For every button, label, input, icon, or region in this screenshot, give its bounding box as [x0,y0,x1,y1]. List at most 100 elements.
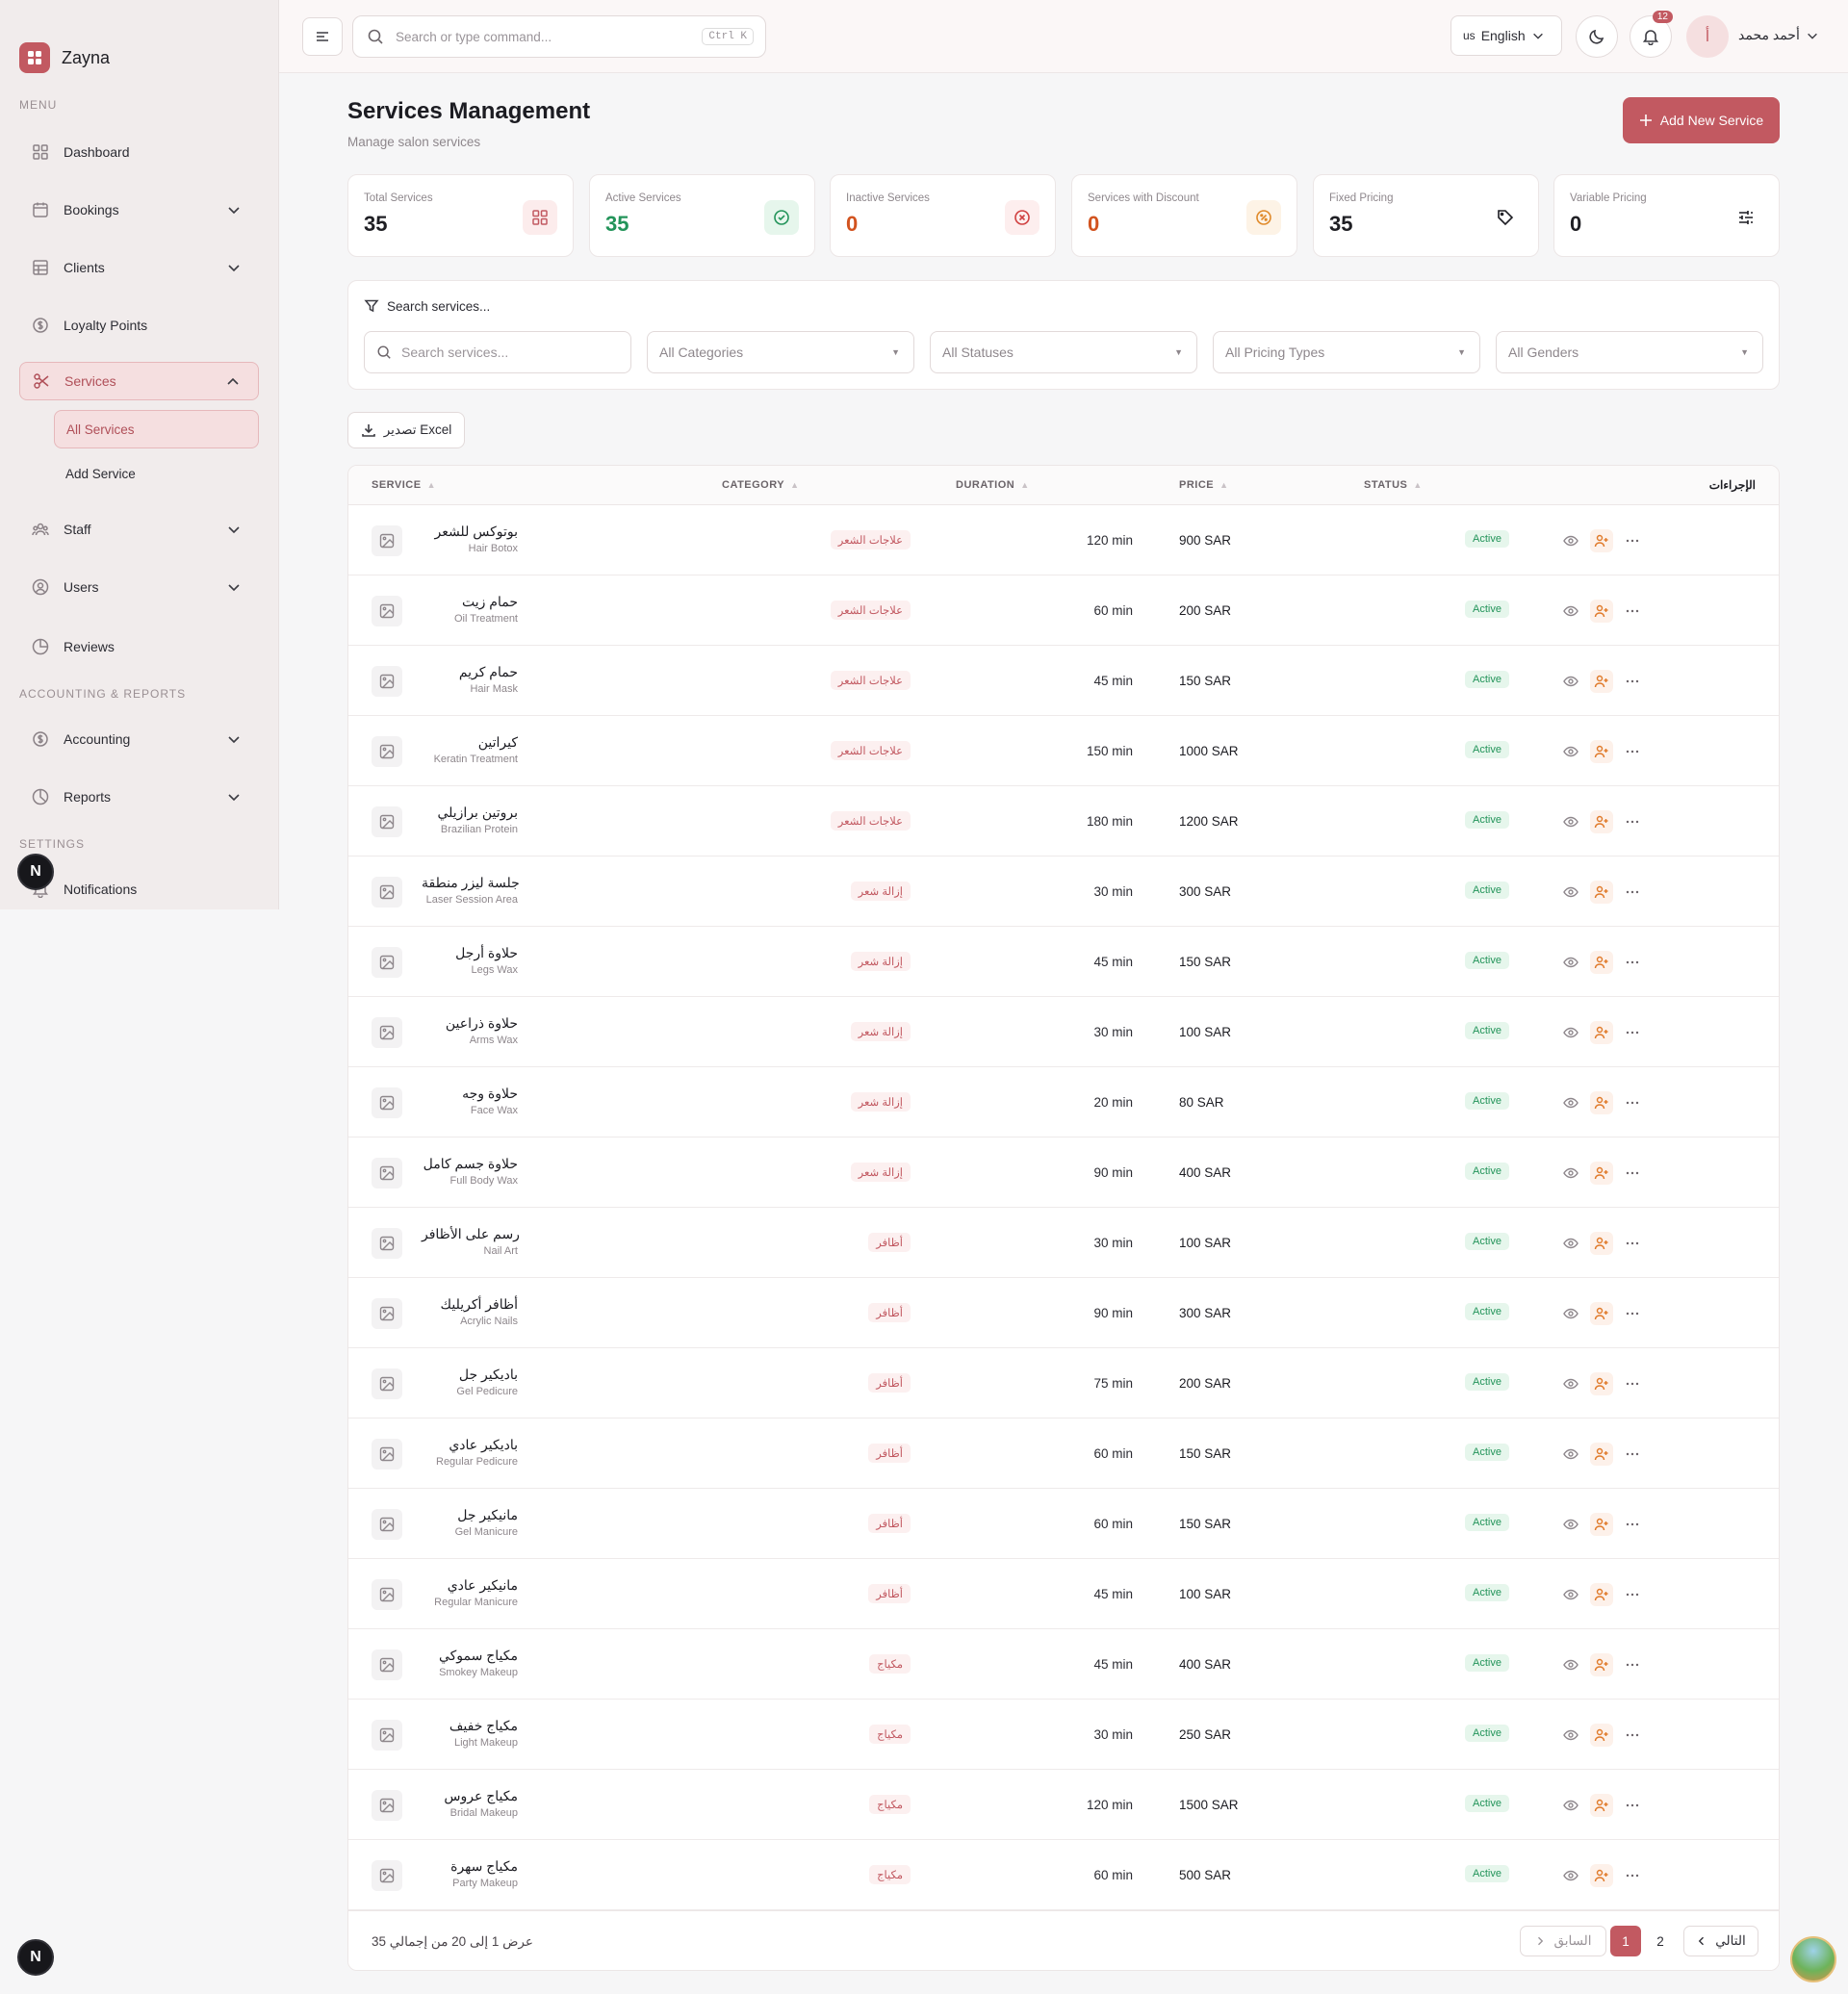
view-button[interactable] [1559,1021,1582,1044]
more-options-button[interactable] [1621,740,1644,763]
assign-staff-button[interactable] [1590,1021,1613,1044]
notifications-button[interactable]: 12 [1630,11,1673,58]
view-button[interactable] [1559,1232,1582,1255]
sidebar-item-loyalty-points[interactable]: Loyalty Points [19,306,259,345]
table-row[interactable]: حلاوة وجه Face Wax إزالة شعر 20 min 80 S… [348,1067,1779,1138]
column-header-status[interactable]: STATUS ▲ [1364,479,1423,491]
table-row[interactable]: باديكير عادي Regular Pedicure أظافر 60 m… [348,1419,1779,1489]
more-options-button[interactable] [1621,1653,1644,1676]
view-button[interactable] [1559,1443,1582,1466]
column-header-duration[interactable]: DURATION ▲ [956,479,1030,491]
view-button[interactable] [1559,1302,1582,1325]
theme-toggle-button[interactable] [1576,15,1618,58]
sidebar-item-services[interactable]: Services [19,362,259,400]
sidebar-subitem-all-services[interactable]: All Services [54,410,259,448]
view-button[interactable] [1559,1583,1582,1606]
column-header-category[interactable]: CATEGORY ▲ [722,479,800,491]
sidebar-item-accounting[interactable]: Accounting [19,720,259,758]
more-options-button[interactable] [1621,1794,1644,1817]
assign-staff-button[interactable] [1590,1162,1613,1185]
menu-toggle-button[interactable] [302,17,343,56]
view-button[interactable] [1559,1653,1582,1676]
sidebar-item-clients[interactable]: Clients [19,248,259,287]
more-options-button[interactable] [1621,600,1644,623]
more-options-button[interactable] [1621,1513,1644,1536]
assign-staff-button[interactable] [1590,1232,1613,1255]
view-button[interactable] [1559,529,1582,552]
table-row[interactable]: باديكير جل Gel Pedicure أظافر 75 min 200… [348,1348,1779,1419]
more-options-button[interactable] [1621,1724,1644,1747]
sidebar-item-notifications[interactable]: Notifications [19,870,259,908]
assign-staff-button[interactable] [1590,810,1613,833]
more-options-button[interactable] [1621,670,1644,693]
table-row[interactable]: بروتين برازيلي Brazilian Protein علاجات … [348,786,1779,856]
language-selector[interactable]: us English [1450,15,1562,56]
assign-staff-button[interactable] [1590,1372,1613,1395]
more-options-button[interactable] [1621,881,1644,904]
assign-staff-button[interactable] [1590,670,1613,693]
pagination-prev-button[interactable]: السابق [1520,1926,1606,1956]
assign-staff-button[interactable] [1590,600,1613,623]
assign-staff-button[interactable] [1590,1724,1613,1747]
more-options-button[interactable] [1621,1372,1644,1395]
table-row[interactable]: جلسة ليزر منطقة Laser Session Area إزالة… [348,856,1779,927]
table-row[interactable]: حلاوة أرجل Legs Wax إزالة شعر 45 min 150… [348,927,1779,997]
table-row[interactable]: رسم على الأظافر Nail Art أظافر 30 min 10… [348,1208,1779,1278]
assign-staff-button[interactable] [1590,1513,1613,1536]
column-header-service[interactable]: SERVICE ▲ [372,479,436,491]
assign-staff-button[interactable] [1590,1653,1613,1676]
export-excel-button[interactable]: تصدير Excel [347,412,465,448]
assign-staff-button[interactable] [1590,1583,1613,1606]
floating-widget-icon[interactable] [1790,1936,1836,1982]
status-select[interactable]: All Statuses ▼ [930,331,1197,373]
pagination-next-button[interactable]: التالي [1683,1926,1758,1956]
more-options-button[interactable] [1621,1864,1644,1887]
view-button[interactable] [1559,670,1582,693]
assign-staff-button[interactable] [1590,1091,1613,1114]
pricing-select[interactable]: All Pricing Types ▼ [1213,331,1480,373]
sidebar-item-users[interactable]: Users [19,568,259,606]
table-row[interactable]: حلاوة جسم كامل Full Body Wax إزالة شعر 9… [348,1138,1779,1208]
global-search-input[interactable]: Search or type command... Ctrl K [352,15,766,58]
view-button[interactable] [1559,1794,1582,1817]
assign-staff-button[interactable] [1590,529,1613,552]
table-row[interactable]: حمام كريم Hair Mask علاجات الشعر 45 min … [348,646,1779,716]
view-button[interactable] [1559,951,1582,974]
table-row[interactable]: أظافر أكريليك Acrylic Nails أظافر 90 min… [348,1278,1779,1348]
assign-staff-button[interactable] [1590,881,1613,904]
table-row[interactable]: بوتوكس للشعر Hair Botox علاجات الشعر 120… [348,505,1779,575]
more-options-button[interactable] [1621,951,1644,974]
user-menu[interactable]: أحمد محمد [1738,27,1819,43]
assign-staff-button[interactable] [1590,1443,1613,1466]
gender-select[interactable]: All Genders ▼ [1496,331,1763,373]
add-new-service-button[interactable]: Add New Service [1623,97,1780,143]
table-row[interactable]: مكياج خفيف Light Makeup مكياج 30 min 250… [348,1700,1779,1770]
service-search-input[interactable]: Search services... [364,331,631,373]
assign-staff-button[interactable] [1590,740,1613,763]
pagination-page-2[interactable]: 2 [1645,1926,1676,1956]
more-options-button[interactable] [1621,810,1644,833]
assign-staff-button[interactable] [1590,951,1613,974]
sidebar-item-reports[interactable]: Reports [19,778,259,816]
table-row[interactable]: حمام زيت Oil Treatment علاجات الشعر 60 m… [348,575,1779,646]
table-row[interactable]: مكياج سهرة Party Makeup مكياج 60 min 500… [348,1840,1779,1910]
assign-staff-button[interactable] [1590,1864,1613,1887]
sidebar-item-staff[interactable]: Staff [19,510,259,549]
brand[interactable]: Zayna [0,0,278,82]
column-header-price[interactable]: PRICE ▲ [1179,479,1229,491]
pagination-page-1[interactable]: 1 [1610,1926,1641,1956]
more-options-button[interactable] [1621,1443,1644,1466]
more-options-button[interactable] [1621,1583,1644,1606]
view-button[interactable] [1559,1162,1582,1185]
table-row[interactable]: مكياج سموكي Smokey Makeup مكياج 45 min 4… [348,1629,1779,1700]
view-button[interactable] [1559,600,1582,623]
view-button[interactable] [1559,1091,1582,1114]
more-options-button[interactable] [1621,1091,1644,1114]
sidebar-item-reviews[interactable]: Reviews [19,627,259,666]
dev-badge-bottom[interactable]: N [17,1939,54,1976]
table-row[interactable]: مكياج عروس Bridal Makeup مكياج 120 min 1… [348,1770,1779,1840]
more-options-button[interactable] [1621,1232,1644,1255]
view-button[interactable] [1559,1372,1582,1395]
view-button[interactable] [1559,1513,1582,1536]
avatar[interactable]: أ [1686,15,1729,58]
